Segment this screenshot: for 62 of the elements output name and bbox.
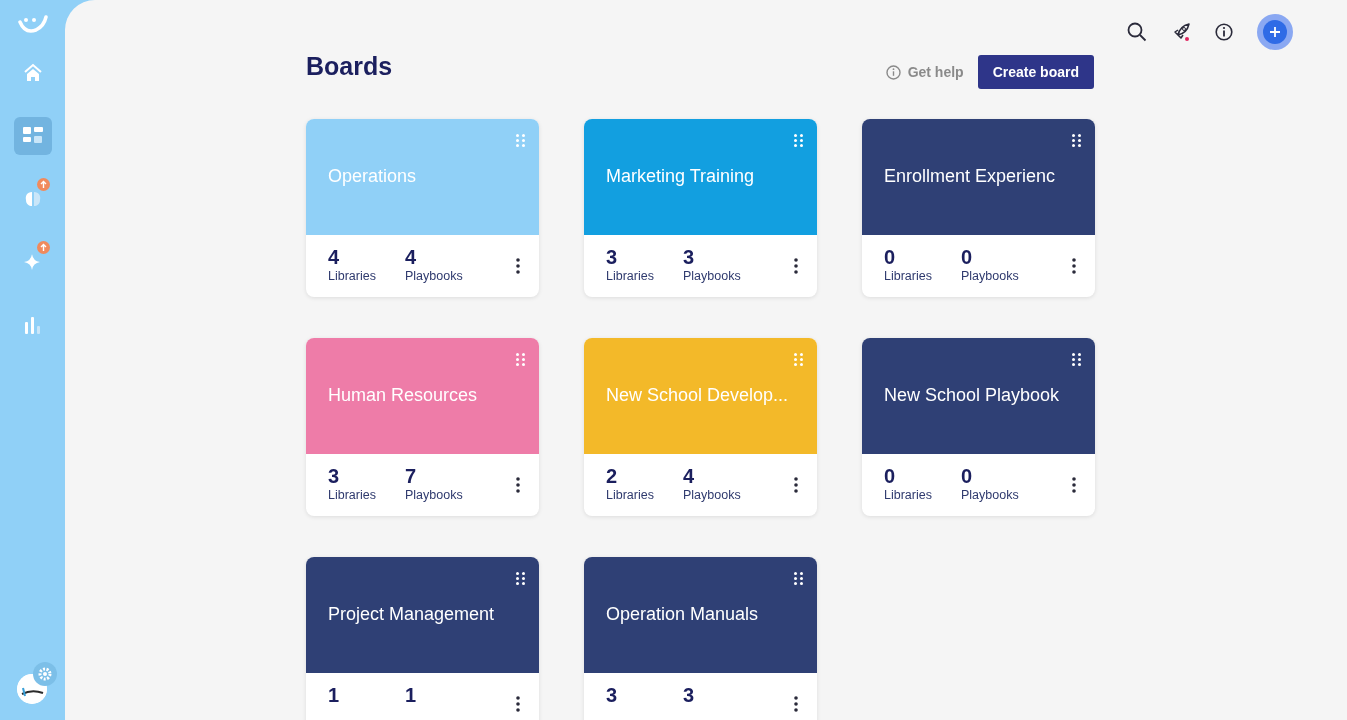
- playbooks-count: 0: [961, 245, 974, 269]
- board-title: Human Resources: [328, 384, 478, 406]
- board-card[interactable]: Human Resources 3 Libraries 7 Playbooks: [306, 338, 539, 516]
- drag-handle-icon[interactable]: [794, 134, 803, 147]
- libraries-count: 3: [606, 683, 619, 707]
- drag-handle-icon[interactable]: [1072, 134, 1081, 147]
- board-card[interactable]: Operation Manuals 3 3: [584, 557, 817, 720]
- board-title: Operation Manuals: [606, 603, 759, 625]
- libraries-count: 1: [328, 683, 341, 707]
- home-icon: [22, 63, 43, 83]
- drag-handle-icon[interactable]: [794, 572, 803, 585]
- drag-handle-icon[interactable]: [794, 353, 803, 366]
- board-card[interactable]: Project Management 1 1: [306, 557, 539, 720]
- info-icon: [885, 64, 901, 80]
- add-button[interactable]: [1257, 14, 1293, 50]
- libraries-label: Libraries: [606, 488, 655, 502]
- playbooks-label: Playbooks: [405, 488, 464, 502]
- board-card[interactable]: New School Playbook 0 Libraries 0 Playbooks: [862, 338, 1095, 516]
- board-title: New School Develop...: [606, 384, 789, 406]
- page-title: Boards: [306, 51, 393, 81]
- playbooks-label: Playbooks: [961, 488, 1020, 502]
- board-card[interactable]: New School Develop... 2 Libraries 4 Playbooks: [584, 338, 817, 516]
- playbooks-count: 3: [683, 245, 696, 269]
- board-title: New School Playbook: [884, 384, 1060, 406]
- rocket-icon[interactable]: [1171, 22, 1191, 42]
- playbooks-count: 4: [683, 464, 696, 488]
- board-title: Marketing Training: [606, 165, 755, 187]
- libraries-label: Libraries: [884, 488, 933, 502]
- drag-handle-icon[interactable]: [516, 353, 525, 366]
- libraries-label: Libraries: [328, 269, 377, 283]
- drag-handle-icon[interactable]: [1072, 353, 1081, 366]
- info-icon[interactable]: [1215, 23, 1233, 41]
- playbooks-count: 7: [405, 464, 418, 488]
- drag-handle-icon[interactable]: [516, 572, 525, 585]
- libraries-count: 0: [884, 464, 897, 488]
- board-title: Project Management: [328, 603, 495, 625]
- libraries-label: Libraries: [328, 488, 377, 502]
- search-icon[interactable]: [1127, 22, 1147, 42]
- bar-chart-icon: [22, 316, 43, 334]
- libraries-count: 4: [328, 245, 341, 269]
- playbooks-label: Playbooks: [683, 269, 742, 283]
- libraries-count: 2: [606, 464, 619, 488]
- playbooks-label: Playbooks: [683, 488, 742, 502]
- libraries-label: Libraries: [884, 269, 933, 283]
- playbooks-count: 4: [405, 245, 418, 269]
- boards-icon: [22, 127, 43, 145]
- libraries-count: 3: [328, 464, 341, 488]
- playbooks-count: 1: [405, 683, 418, 707]
- libraries-count: 0: [884, 245, 897, 269]
- playbooks-count: 0: [961, 464, 974, 488]
- board-title: Enrollment Experienc: [884, 165, 1056, 187]
- drag-handle-icon[interactable]: [516, 134, 525, 147]
- libraries-label: Libraries: [606, 269, 655, 283]
- board-card[interactable]: Enrollment Experienc 0 Libraries 0 Playbooks: [862, 119, 1095, 297]
- create-board-button[interactable]: Create board: [977, 55, 1094, 89]
- playbooks-count: 3: [683, 683, 696, 707]
- board-card[interactable]: Marketing Training 3 Libraries 3 Playbooks: [584, 119, 817, 297]
- playbooks-label: Playbooks: [405, 269, 464, 283]
- board-title: Operations: [328, 165, 417, 187]
- playbooks-label: Playbooks: [961, 269, 1020, 283]
- libraries-count: 3: [606, 245, 619, 269]
- board-card[interactable]: Operations 4 Libraries 4 Playbooks: [306, 119, 539, 297]
